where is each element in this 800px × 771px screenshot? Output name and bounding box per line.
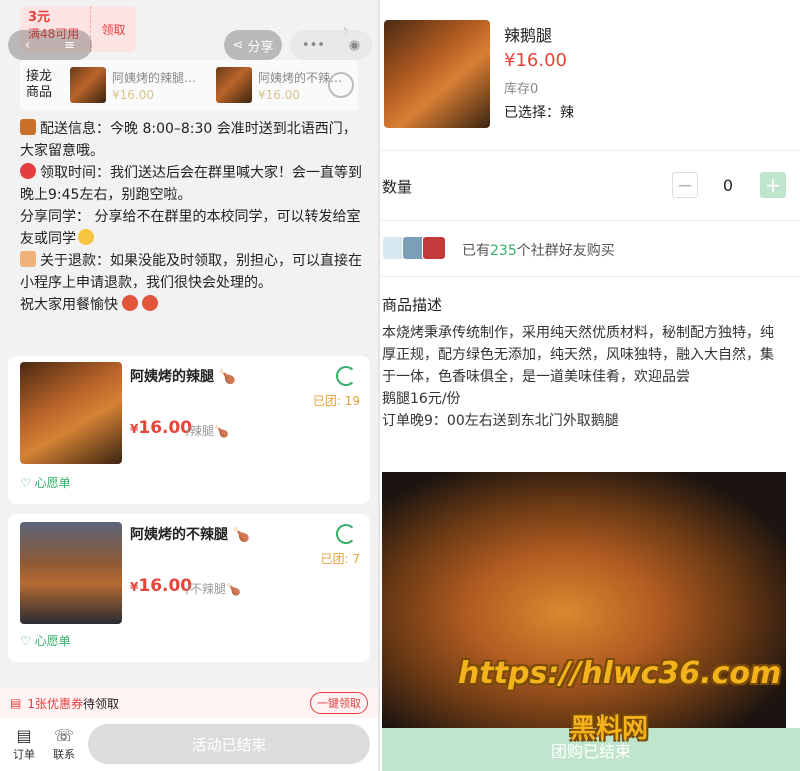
- coupon-claim-button[interactable]: 领取: [90, 6, 136, 52]
- notice-share: 分享同学： 分享给不在群里的本校同学，可以转发给室友或同学: [20, 209, 361, 247]
- chain-label: 接龙商品: [26, 69, 53, 100]
- wishlist-button[interactable]: ♡ 心愿单: [20, 474, 71, 491]
- divider: [380, 150, 800, 151]
- person-icon: [20, 251, 36, 267]
- tab-contact[interactable]: ☏ 联系: [46, 726, 82, 762]
- alarm-clock-icon: [20, 163, 36, 179]
- divider: [380, 276, 800, 277]
- product-spec: /不辣腿🍗: [186, 582, 241, 596]
- notice-pickup: 领取时间：我们送达后会在群里喊大家！会一直等到晚上9:45左右，别跑空啦。: [20, 163, 362, 203]
- claim-all-button[interactable]: 一键领取: [310, 692, 368, 714]
- refresh-icon[interactable]: [336, 366, 356, 386]
- share-icon: ⋖: [232, 37, 244, 53]
- wishlist-button[interactable]: ♡ 心愿单: [20, 632, 71, 649]
- expand-icon[interactable]: [328, 72, 354, 98]
- share-label: 分享: [247, 39, 274, 55]
- crab-icon: [122, 295, 139, 311]
- product-title: 辣鹅腿: [504, 26, 553, 45]
- coupon-icon: ▤: [10, 696, 22, 710]
- joined-count: 已团: 7: [320, 552, 361, 566]
- coupon-status: 待领取: [82, 696, 119, 711]
- order-icon: ▤: [16, 726, 32, 745]
- left-panel: 3元 满48可用 领取 › ‹ ≡ ⋖ 分享 ••• ◉ 接龙商品 阿姨烤的辣腿…: [0, 0, 378, 771]
- chain-item-name: 阿姨烤的辣腿…: [112, 70, 197, 85]
- product-name: 阿姨烤的不辣腿 🍗: [130, 527, 251, 543]
- product-name: 阿姨烤的辣腿 🍗: [130, 369, 237, 385]
- notice-delivery: 配送信息：今晚 8:00–8:30 会准时送到北语西门，大家留意哦。: [20, 119, 357, 159]
- quantity-label: 数量: [382, 178, 413, 196]
- chat-icon: ☏: [53, 726, 74, 745]
- buyer-avatars: [382, 236, 446, 260]
- joined-count: 已团: 19: [312, 394, 360, 408]
- product-price: ¥16.00: [130, 576, 193, 596]
- share-button[interactable]: ⋖ 分享: [224, 30, 282, 60]
- product-image[interactable]: [20, 362, 122, 464]
- quantity-plus-button[interactable]: +: [760, 172, 786, 198]
- quantity-minus-button[interactable]: −: [672, 172, 698, 198]
- description-line: 本烧烤秉承传统制作，采用纯天然优质材料，秘制配方独特，纯厚正规，配方绿色无添加，…: [382, 325, 774, 385]
- smile-icon: [78, 229, 94, 245]
- coupon-count: 1张优惠券: [27, 696, 83, 711]
- refresh-icon[interactable]: [336, 524, 356, 544]
- chain-item[interactable]: 阿姨烤的辣腿… ¥16.00: [70, 67, 210, 103]
- product-thumb: [216, 67, 252, 103]
- home-icon[interactable]: ≡: [64, 38, 75, 53]
- buyers-count-text: 已有235个社群好友购买: [462, 243, 615, 259]
- description: 本烧烤秉承传统制作，采用纯天然优质材料，秘制配方独特，纯厚正规，配方绿色无添加，…: [382, 322, 786, 432]
- miniprogram-capsule[interactable]: ••• ◉: [290, 30, 372, 60]
- coupon-bar: ▤ 1张优惠券 待领取 一键领取: [0, 688, 378, 718]
- product-card[interactable]: 阿姨烤的辣腿 🍗 已团: 19 ¥16.00 /辣腿🍗 ♡ 心愿单: [8, 356, 370, 504]
- watermark-site: 黑料网: [570, 714, 649, 744]
- chain-item-price: ¥16.00: [112, 87, 154, 102]
- nav-back-home[interactable]: ‹ ≡: [8, 30, 92, 60]
- divider: [380, 220, 800, 221]
- description-line: 订单晚9：00左右送到东北门外取鹅腿: [382, 413, 619, 429]
- more-icon[interactable]: •••: [302, 38, 325, 53]
- notice-enjoy: 祝大家用餐愉快: [20, 294, 362, 316]
- product-card[interactable]: 阿姨烤的不辣腿 🍗 已团: 7 ¥16.00 /不辣腿🍗 ♡ 心愿单: [8, 514, 370, 662]
- back-icon[interactable]: ‹: [25, 38, 30, 53]
- description-line: 鹅腿16元/份: [382, 391, 461, 407]
- close-icon[interactable]: ◉: [349, 38, 360, 53]
- product-price: ¥16.00: [130, 418, 193, 438]
- product-spec: /辣腿🍗: [186, 424, 229, 438]
- product-price: ¥16.00: [504, 50, 567, 71]
- notice-refund: 关于退款：如果没能及时领取，别担心，可以直接在小程序上申请退款，我们很快会处理的…: [20, 251, 362, 291]
- product-thumb: [70, 67, 106, 103]
- watermark-url: https://hlwc36.com: [458, 656, 782, 691]
- chain-products-row: 接龙商品 阿姨烤的辣腿… ¥16.00 阿姨烤的不辣… ¥16.00: [20, 60, 358, 110]
- bottom-bar: ▤ 订单 ☏ 联系 活动已结束: [0, 718, 378, 771]
- stock-label: 库存0: [504, 82, 539, 97]
- tab-order[interactable]: ▤ 订单: [6, 726, 42, 762]
- heart-icon: ♡: [20, 634, 31, 648]
- activity-ended-button[interactable]: 活动已结束: [88, 724, 370, 764]
- drumstick-icon: [20, 119, 36, 135]
- heart-icon: ♡: [20, 476, 31, 490]
- delivery-notice: 配送信息：今晚 8:00–8:30 会准时送到北语西门，大家留意哦。 领取时间：…: [20, 118, 362, 316]
- quantity-value: 0: [722, 176, 734, 195]
- coupon-amount: 3元: [28, 10, 51, 25]
- product-image[interactable]: [384, 20, 490, 128]
- description-title: 商品描述: [382, 296, 443, 314]
- selected-spec: 已选择：辣: [504, 105, 574, 121]
- avatar: [422, 236, 446, 260]
- crab-icon: [142, 295, 159, 311]
- product-image[interactable]: [20, 522, 122, 624]
